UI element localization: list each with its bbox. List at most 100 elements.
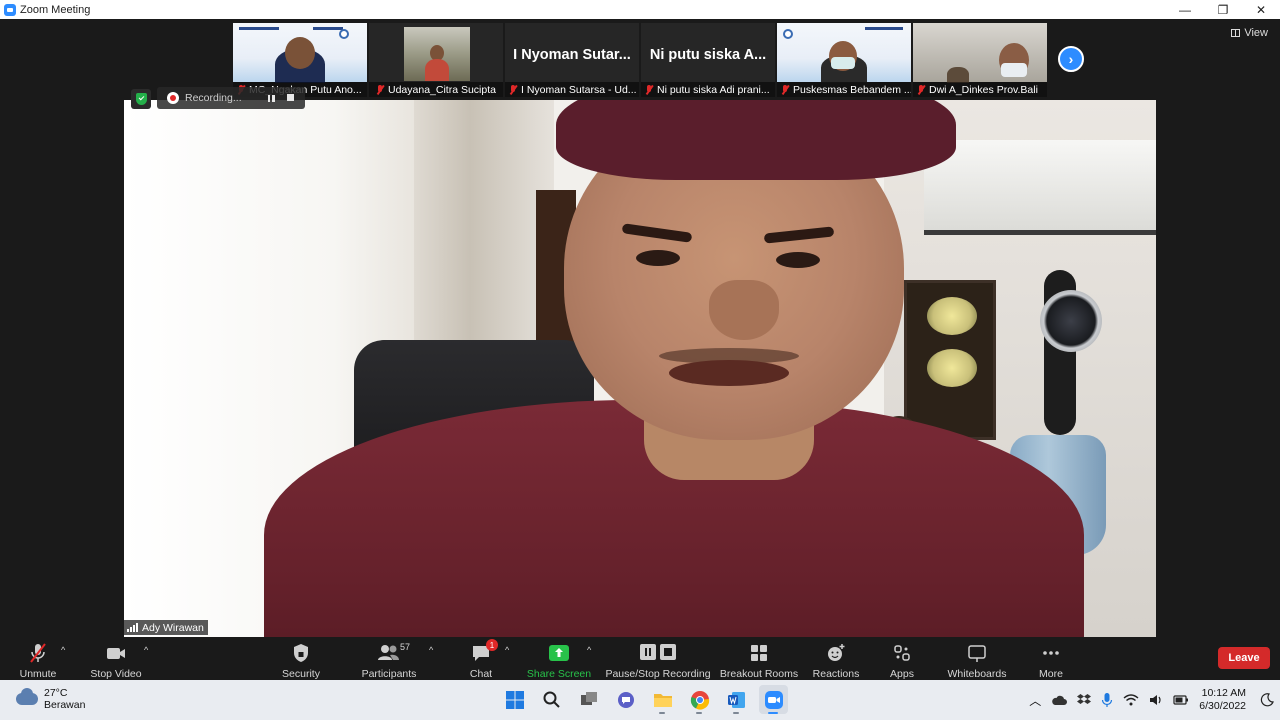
meeting-stage: View MC_Ngakan Putu Ano... Udayana_Citra… <box>0 19 1280 637</box>
stop-video-button[interactable]: Stop Video <box>88 637 144 680</box>
active-speaker-label: Ady Wirawan <box>124 620 208 635</box>
clock-date: 6/30/2022 <box>1199 700 1246 712</box>
participant-name-bar: Dwi A_Dinkes Prov.Bali <box>913 82 1047 97</box>
running-indicator <box>696 712 702 714</box>
participants-count: 57 <box>400 642 411 652</box>
who-logo-icon <box>783 29 793 39</box>
grid-icon <box>1231 29 1241 37</box>
windows-logo-icon <box>505 690 524 709</box>
chrome-button[interactable] <box>685 685 714 714</box>
cloud-icon <box>16 688 38 705</box>
folder-icon <box>653 693 672 707</box>
participant-thumbnail[interactable]: Ni putu siska A... Ni putu siska Adi pra… <box>641 23 775 97</box>
next-page-button[interactable]: › <box>1058 46 1084 72</box>
minimize-button[interactable]: — <box>1166 0 1204 19</box>
video-background <box>904 280 996 440</box>
microphone-icon[interactable] <box>1101 692 1113 708</box>
weather-widget[interactable]: 27°C Berawan <box>16 687 85 711</box>
slide-banner <box>239 27 279 30</box>
view-button[interactable]: View <box>1231 27 1268 39</box>
security-button[interactable]: Security <box>280 637 322 680</box>
ellipsis-icon <box>1040 642 1062 664</box>
battery-icon[interactable] <box>1173 694 1189 706</box>
participant-thumbnail[interactable]: MC_Ngakan Putu Ano... <box>233 23 367 97</box>
speaker-body <box>556 100 956 180</box>
participant-name: Puskesmas Bebandem ... <box>793 83 911 96</box>
chat-options-caret[interactable]: ^ <box>505 645 509 655</box>
share-screen-icon <box>548 642 570 664</box>
slide-banner <box>865 27 903 30</box>
slide-banner <box>313 27 343 30</box>
share-screen-button[interactable]: Share Screen <box>527 637 591 680</box>
encryption-badge[interactable] <box>131 89 151 109</box>
weather-temp: 27°C <box>44 687 68 699</box>
running-indicator <box>733 712 739 714</box>
video-options-caret[interactable]: ^ <box>144 645 148 655</box>
reactions-button[interactable]: Reactions <box>812 637 860 680</box>
participant-display-name: I Nyoman Sutar... <box>513 47 631 63</box>
zoom-icon <box>764 690 783 709</box>
participant-thumbnail[interactable]: Puskesmas Bebandem ... <box>777 23 911 97</box>
dropbox-icon[interactable] <box>1077 693 1092 707</box>
wifi-icon[interactable] <box>1123 694 1139 706</box>
share-options-caret[interactable]: ^ <box>587 645 591 655</box>
recording-indicator: Recording... <box>157 87 305 109</box>
participants-icon: 57 <box>376 642 410 664</box>
word-button[interactable] <box>722 685 751 714</box>
unmute-button[interactable]: Unmute <box>18 637 58 680</box>
whiteboards-button[interactable]: Whiteboards <box>944 637 1010 680</box>
more-button[interactable]: More <box>1034 637 1068 680</box>
task-view-icon <box>580 691 597 705</box>
chat-button[interactable]: 1 Chat <box>466 637 498 680</box>
close-button[interactable]: ✕ <box>1242 0 1280 19</box>
who-logo-icon <box>339 29 349 39</box>
speaker-face <box>776 252 820 268</box>
participant-thumbnail[interactable]: I Nyoman Sutar... I Nyoman Sutarsa - Ud.… <box>505 23 639 97</box>
stop-recording-button[interactable] <box>287 94 294 101</box>
running-indicator <box>659 712 665 714</box>
zoom-app-icon <box>4 3 16 16</box>
stop-video-label: Stop Video <box>90 668 142 680</box>
pause-stop-recording-label: Pause/Stop Recording <box>605 668 711 680</box>
chevron-up-icon[interactable]: ︿ <box>1029 692 1041 709</box>
speaker-icon[interactable] <box>1149 694 1163 706</box>
teams-chat-button[interactable] <box>611 685 640 714</box>
participant-thumbnail[interactable]: Dwi A_Dinkes Prov.Bali <box>913 23 1047 97</box>
face-mask-icon <box>831 57 855 69</box>
recording-status: Recording... <box>185 92 242 104</box>
onedrive-icon[interactable] <box>1051 694 1068 706</box>
participant-name-bar: Puskesmas Bebandem ... <box>777 82 911 97</box>
start-button[interactable] <box>500 685 529 714</box>
apps-button[interactable]: Apps <box>886 637 918 680</box>
participant-display-name: Ni putu siska A... <box>649 47 767 63</box>
task-view-button[interactable] <box>574 685 603 714</box>
whiteboard-icon <box>966 642 988 664</box>
file-explorer-button[interactable] <box>648 685 677 714</box>
pause-recording-button[interactable] <box>263 91 279 105</box>
audio-options-caret[interactable]: ^ <box>61 645 65 655</box>
pause-stop-icon <box>638 642 678 664</box>
participants-button[interactable]: 57 Participants <box>360 637 418 680</box>
participant-thumbnail[interactable]: Udayana_Citra Sucipta <box>369 23 503 97</box>
restore-button[interactable]: ❐ <box>1204 0 1242 19</box>
participants-options-caret[interactable]: ^ <box>429 645 433 655</box>
participant-face <box>285 37 315 69</box>
pause-stop-recording-button[interactable]: Pause/Stop Recording <box>605 637 711 680</box>
speaker-face <box>669 360 789 386</box>
speaker-face <box>709 280 779 340</box>
speaker-face <box>636 250 680 266</box>
participant-name-bar: Udayana_Citra Sucipta <box>369 82 503 97</box>
active-speaker-video <box>124 100 1156 637</box>
system-clock[interactable]: 10:12 AM 6/30/2022 <box>1199 687 1246 713</box>
apps-icon <box>891 642 913 664</box>
participant-body <box>425 59 449 81</box>
leave-button[interactable]: Leave <box>1218 647 1270 669</box>
video-background <box>927 297 977 335</box>
zoom-taskbar-button[interactable] <box>759 685 788 714</box>
shield-icon <box>135 93 147 105</box>
focus-assist-icon[interactable] <box>1260 693 1274 707</box>
breakout-rooms-button[interactable]: Breakout Rooms <box>720 637 798 680</box>
mic-muted-icon <box>645 84 653 95</box>
search-button[interactable] <box>537 685 566 714</box>
video-background <box>927 349 977 387</box>
